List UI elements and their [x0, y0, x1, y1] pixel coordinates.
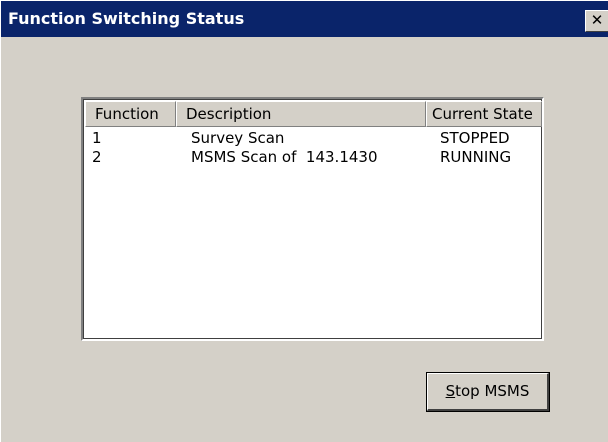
list-row[interactable]: 2 MSMS Scan of 143.1430 RUNNING: [85, 148, 542, 168]
row-description: MSMS Scan of 143.1430: [191, 148, 378, 166]
row-current-state: STOPPED: [440, 129, 510, 147]
column-header-function[interactable]: Function: [85, 101, 176, 127]
row-current-state: RUNNING: [440, 148, 512, 166]
list-header: Function Description Current State: [85, 101, 542, 127]
stop-msms-accelerator: S: [445, 382, 456, 400]
row-function-number: 2: [92, 148, 102, 166]
title-bar[interactable]: Function Switching Status: [1, 1, 608, 37]
row-description: Survey Scan: [191, 129, 285, 147]
window-title: Function Switching Status: [8, 9, 245, 28]
function-list[interactable]: Function Description Current State 1 Sur…: [81, 97, 544, 341]
function-switching-status-window: Function Switching Status ✕ Function Des…: [0, 0, 608, 442]
column-header-description[interactable]: Description: [176, 101, 426, 127]
close-button[interactable]: ✕: [585, 10, 608, 32]
stop-msms-label: top MSMS: [455, 382, 530, 400]
stop-msms-button[interactable]: Stop MSMS: [426, 372, 550, 412]
list-row[interactable]: 1 Survey Scan STOPPED: [85, 129, 542, 149]
close-icon: ✕: [590, 11, 604, 29]
column-header-current-state[interactable]: Current State: [426, 101, 542, 127]
row-function-number: 1: [92, 129, 102, 147]
